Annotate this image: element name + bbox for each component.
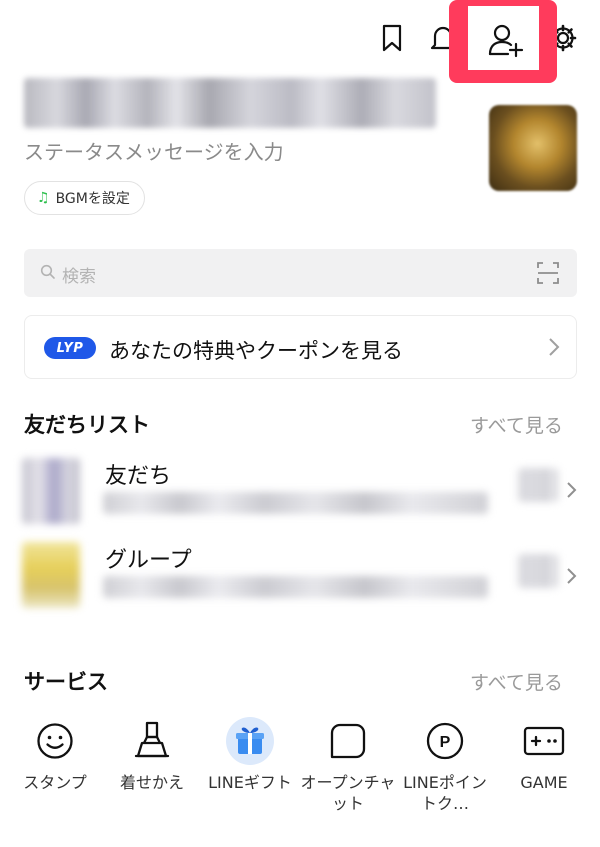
service-label: スタンプ — [23, 773, 87, 792]
lyp-badge: LYP — [44, 337, 96, 359]
service-stamp[interactable]: スタンプ — [7, 712, 103, 793]
friends-count-blurred — [518, 468, 558, 502]
chevron-right-icon — [549, 338, 560, 356]
bookmark-icon — [382, 24, 402, 52]
points-icon: P — [426, 722, 464, 760]
bgm-button[interactable]: ♫ BGMを設定 — [24, 181, 145, 215]
service-label: GAME — [520, 773, 568, 792]
list-item-groups[interactable]: グループ — [0, 540, 600, 612]
smiley-icon — [37, 723, 73, 759]
add-friend-icon — [488, 24, 524, 58]
bookmark-button[interactable] — [374, 18, 410, 58]
bgm-label: BGMを設定 — [55, 191, 130, 207]
service-themes[interactable]: 着せかえ — [104, 712, 200, 793]
avatar[interactable] — [489, 105, 577, 191]
search-icon — [40, 264, 55, 279]
groups-row-title: グループ — [105, 548, 192, 573]
brush-icon — [134, 721, 170, 758]
service-label: 着せかえ — [119, 773, 184, 792]
status-message[interactable]: ステータスメッセージを入力 — [24, 136, 284, 165]
game-icon — [523, 726, 565, 756]
profile-name-blurred — [24, 78, 436, 128]
chevron-right-icon — [567, 482, 577, 498]
friends-section-title: 友だちリスト — [24, 413, 150, 437]
groups-count-blurred — [518, 554, 558, 588]
services-section-title: サービス — [24, 670, 108, 694]
coupon-text: あなたの特典やクーポンを見る — [109, 339, 403, 363]
list-item-friends[interactable]: 友だち — [0, 454, 600, 526]
friends-row-title: 友だち — [105, 464, 172, 489]
music-note-icon: ♫ — [37, 190, 50, 206]
services-see-all-link[interactable]: すべて見る — [470, 668, 563, 695]
gift-icon — [226, 717, 274, 765]
friends-preview-blurred — [103, 492, 488, 514]
scan-icon[interactable] — [537, 261, 559, 285]
search-input[interactable]: 検索 — [24, 249, 577, 297]
service-label: LINEギフト — [208, 773, 292, 792]
groups-preview-blurred — [103, 576, 488, 598]
service-points[interactable]: P LINEポイントク… — [397, 712, 493, 814]
service-open-chat[interactable]: オープンチャット — [300, 712, 396, 814]
open-chat-icon — [330, 723, 366, 759]
groups-thumbnail — [22, 542, 80, 608]
service-game[interactable]: GAME — [496, 712, 592, 793]
friends-see-all-link[interactable]: すべて見る — [470, 411, 563, 438]
svg-text:P: P — [440, 734, 451, 751]
service-label: オープンチャット — [300, 773, 396, 813]
friends-thumbnail — [22, 458, 80, 524]
service-label: LINEポイントク… — [403, 773, 487, 813]
chevron-right-icon — [567, 568, 577, 584]
search-placeholder: 検索 — [62, 267, 96, 287]
coupon-banner[interactable]: LYP あなたの特典やクーポンを見る — [24, 315, 577, 379]
service-gift[interactable]: LINEギフト — [202, 712, 298, 793]
add-friend-button[interactable] — [468, 6, 539, 70]
